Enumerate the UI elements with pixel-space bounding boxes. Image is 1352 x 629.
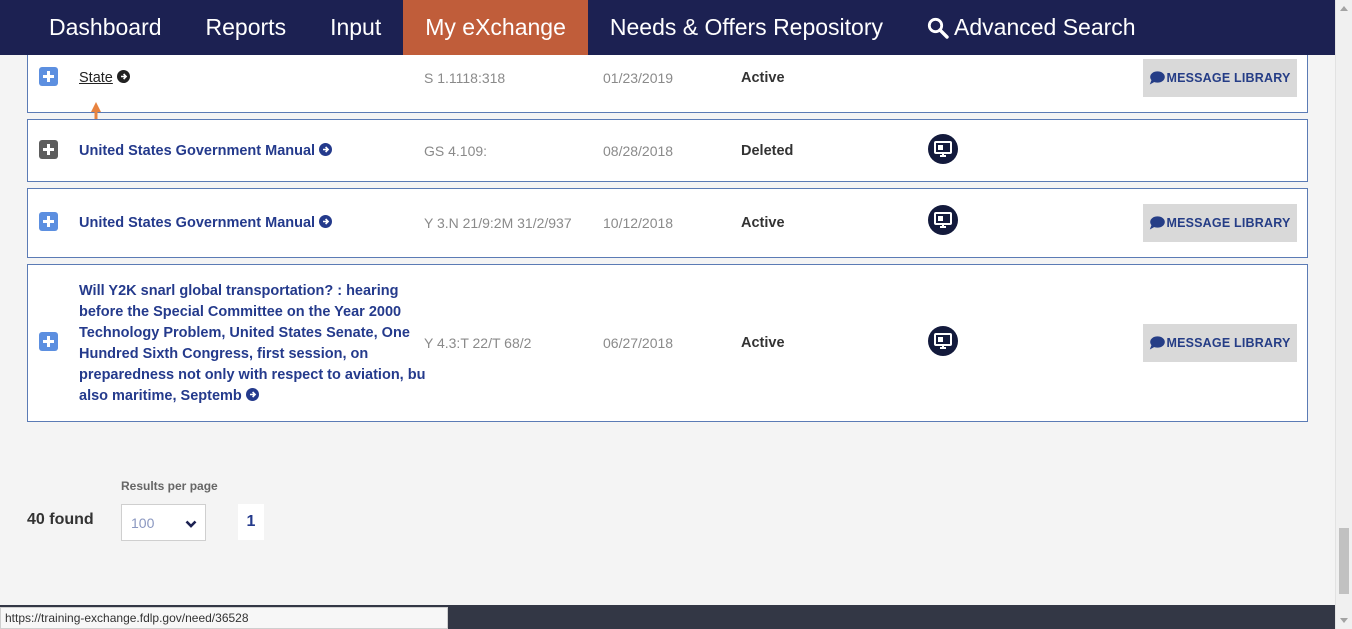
need-title-text: Will Y2K snarl global transportation? : …	[79, 283, 426, 404]
need-title-text: United States Government Manual	[79, 143, 316, 159]
vertical-scrollbar[interactable]	[1335, 0, 1352, 629]
table-row: United States Government Manual Y 3.N 21…	[27, 188, 1308, 258]
nav-needs-offers-repository[interactable]: Needs & Offers Repository	[588, 0, 905, 55]
status-text: Deleted	[741, 143, 794, 159]
arrow-circle-right-icon	[116, 69, 130, 90]
nav-advanced-search[interactable]: Advanced Search	[905, 0, 1158, 55]
nav-input[interactable]: Input	[308, 0, 403, 55]
top-navigation: Dashboard Reports Input My eXchange Need…	[0, 0, 1335, 55]
expand-icon[interactable]	[39, 212, 58, 231]
need-title-link[interactable]: State	[79, 68, 130, 90]
message-library-button[interactable]: MESSAGE LIBRARY	[1143, 324, 1297, 362]
arrow-circle-right-icon	[319, 142, 333, 163]
arrow-circle-right-icon	[319, 214, 333, 235]
results-per-page-label: Results per page	[121, 479, 218, 493]
status-text: Active	[741, 335, 785, 351]
need-date: 06/27/2018	[603, 335, 674, 351]
sudoc-number: Y 3.N 21/9:2M 31/2/937	[424, 215, 572, 231]
chevron-down-icon	[185, 516, 197, 534]
expand-icon[interactable]	[39, 67, 58, 86]
browser-status-url: https://training-exchange.fdlp.gov/need/…	[0, 607, 448, 629]
monitor-icon[interactable]	[928, 134, 958, 164]
results-per-page-select[interactable]: 100	[121, 504, 206, 541]
scroll-down-icon[interactable]	[1340, 618, 1348, 623]
results-per-page-value: 100	[131, 515, 155, 531]
sudoc-number: Y 4.3:T 22/T 68/2	[424, 335, 532, 351]
message-library-label: MESSAGE LIBRARY	[1166, 216, 1291, 230]
page-number-button[interactable]: 1	[238, 504, 264, 540]
status-text: Active	[741, 70, 785, 86]
search-icon	[927, 17, 949, 39]
scroll-up-icon[interactable]	[1340, 6, 1348, 11]
nav-reports[interactable]: Reports	[184, 0, 309, 55]
need-date: 01/23/2019	[603, 70, 674, 86]
sudoc-number: GS 4.109:	[424, 143, 488, 159]
monitor-icon[interactable]	[928, 326, 958, 356]
message-library-label: MESSAGE LIBRARY	[1166, 336, 1291, 350]
sudoc-number: S 1.1118:318	[424, 70, 506, 86]
message-library-label: MESSAGE LIBRARY	[1166, 71, 1291, 85]
scrollbar-thumb[interactable]	[1339, 528, 1349, 594]
message-library-button[interactable]: MESSAGE LIBRARY	[1143, 59, 1297, 97]
status-text: Active	[741, 215, 785, 231]
chat-bubble-icon	[1149, 71, 1166, 85]
need-title-text: United States Government Manual	[79, 215, 316, 231]
need-title-link[interactable]: United States Government Manual	[79, 141, 333, 163]
table-row: Will Y2K snarl global transportation? : …	[27, 264, 1308, 422]
chat-bubble-icon	[1149, 336, 1166, 350]
table-row: United States Government Manual GS 4.109…	[27, 119, 1308, 182]
need-date: 08/28/2018	[603, 143, 674, 159]
message-library-button[interactable]: MESSAGE LIBRARY	[1143, 204, 1297, 242]
need-title-link[interactable]: United States Government Manual	[79, 213, 333, 235]
need-title-text: State	[79, 70, 113, 86]
arrow-circle-right-icon	[245, 387, 259, 408]
monitor-icon[interactable]	[928, 205, 958, 235]
nav-my-exchange[interactable]: My eXchange	[403, 0, 588, 55]
expand-icon[interactable]	[39, 332, 58, 351]
table-row: State S 1.1118:318 01/23/2019 Active MES…	[27, 45, 1308, 113]
expand-icon[interactable]	[39, 140, 58, 159]
need-title-link[interactable]: Will Y2K snarl global transportation? : …	[79, 281, 429, 408]
chat-bubble-icon	[1149, 216, 1166, 230]
nav-dashboard[interactable]: Dashboard	[27, 0, 184, 55]
need-date: 10/12/2018	[603, 215, 674, 231]
results-count: 40 found	[27, 511, 94, 528]
nav-advanced-search-label: Advanced Search	[954, 14, 1136, 40]
